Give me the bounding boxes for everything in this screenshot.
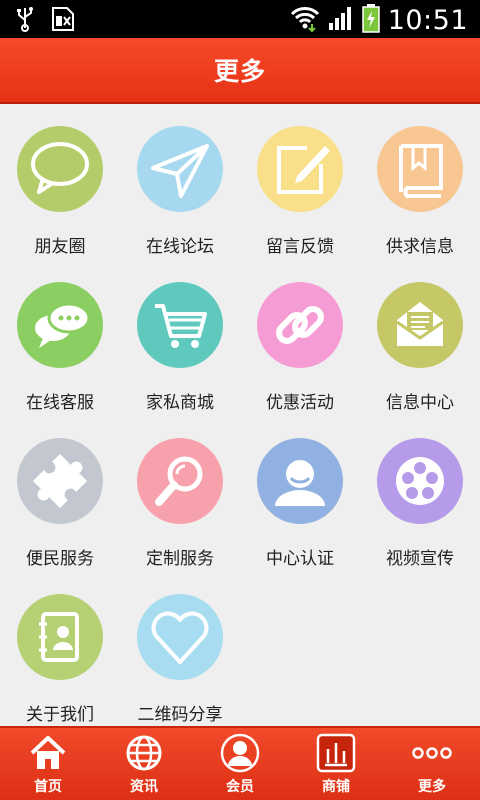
nav-more[interactable]: 更多 (384, 728, 480, 800)
grid-item-circle (377, 126, 463, 212)
wifi-icon (290, 4, 320, 36)
heart-icon (151, 611, 209, 664)
grid-item-label: 家私商城 (146, 393, 214, 413)
grid-item-circle (17, 282, 103, 368)
link-icon (276, 306, 324, 344)
signal-icon (328, 5, 354, 35)
grid-item-supply-demand[interactable]: 供求信息 (360, 104, 480, 260)
clock: 10:51 (387, 4, 468, 36)
grid-item-friends-circle[interactable]: 朋友圈 (0, 104, 120, 260)
bottom-nav: 首页 资讯 会员 商铺 更多 (0, 726, 480, 800)
speech-bubble-icon (31, 142, 89, 194)
grid-item-circle (137, 438, 223, 524)
user-icon (275, 460, 325, 506)
grid-item-circle (257, 438, 343, 524)
grid-item-circle (137, 594, 223, 680)
nav-label: 首页 (34, 779, 62, 795)
chat-bubbles-icon (35, 302, 91, 348)
shop-chart-icon (316, 733, 356, 773)
grid-item-label: 关于我们 (26, 705, 94, 725)
grid-item-circle (17, 126, 103, 212)
usb-icon (14, 6, 36, 36)
grid-item-custom-services[interactable]: 定制服务 (120, 416, 240, 572)
contacts-book-icon (39, 612, 79, 662)
grid-item-circle (377, 282, 463, 368)
globe-icon (126, 735, 162, 771)
edit-note-icon (277, 146, 330, 194)
film-reel-icon (396, 457, 444, 505)
home-icon (30, 736, 66, 769)
magnifier-icon (155, 456, 203, 506)
battery-icon (361, 3, 380, 37)
grid-item-about-us[interactable]: 关于我们 (0, 572, 120, 728)
status-bar: 10:51 (0, 0, 480, 38)
grid-item-feedback[interactable]: 留言反馈 (240, 104, 360, 260)
envelope-icon (396, 302, 444, 346)
grid-item-circle (377, 438, 463, 524)
grid-item-label: 在线客服 (26, 393, 94, 413)
grid-item-label: 便民服务 (26, 549, 94, 569)
grid-item-convenience-services[interactable]: 便民服务 (0, 416, 120, 572)
grid-item-promotions[interactable]: 优惠活动 (240, 260, 360, 416)
grid-item-center-certification[interactable]: 中心认证 (240, 416, 360, 572)
nav-label: 更多 (418, 779, 446, 795)
nav-shop[interactable]: 商铺 (288, 728, 384, 800)
nav-news[interactable]: 资讯 (96, 728, 192, 800)
grid-item-label: 优惠活动 (266, 393, 334, 413)
grid-item-circle (257, 126, 343, 212)
grid-item-furniture-mall[interactable]: 家私商城 (120, 260, 240, 416)
grid-item-circle (257, 282, 343, 368)
grid-item-label: 中心认证 (266, 549, 334, 569)
nav-label: 商铺 (322, 779, 350, 795)
grid-item-label: 二维码分享 (137, 705, 223, 725)
grid-item-label: 在线论坛 (146, 237, 214, 257)
nav-label: 资讯 (130, 779, 158, 795)
grid-item-info-center[interactable]: 信息中心 (360, 260, 480, 416)
puzzle-icon (33, 454, 87, 508)
grid-item-circle (137, 282, 223, 368)
sim-card-icon (50, 6, 76, 36)
book-icon (399, 144, 443, 198)
nav-member[interactable]: 会员 (192, 728, 288, 800)
grid-item-circle (17, 594, 103, 680)
nav-label: 会员 (226, 779, 254, 795)
grid-item-qrcode-share[interactable]: 二维码分享 (120, 572, 240, 728)
member-icon (220, 733, 260, 773)
grid-item-label: 信息中心 (386, 393, 454, 413)
grid-item-online-service[interactable]: 在线客服 (0, 260, 120, 416)
feature-grid: 朋友圈 在线论坛 留言反馈 供求信息 在线客服 家私商城 优惠活动 信息中心 便… (0, 104, 480, 726)
grid-item-label: 定制服务 (146, 549, 214, 569)
more-dots-icon (412, 747, 452, 759)
grid-item-online-forum[interactable]: 在线论坛 (120, 104, 240, 260)
grid-item-label: 供求信息 (386, 237, 454, 257)
paper-plane-icon (151, 144, 209, 198)
grid-item-video-promotion[interactable]: 视频宣传 (360, 416, 480, 572)
grid-item-circle (137, 126, 223, 212)
shopping-cart-icon (155, 304, 207, 348)
grid-item-label: 留言反馈 (266, 237, 334, 257)
header-bar: 更多 (0, 38, 480, 104)
grid-item-circle (17, 438, 103, 524)
nav-home[interactable]: 首页 (0, 728, 96, 800)
page-title: 更多 (213, 57, 266, 86)
grid-item-label: 视频宣传 (386, 549, 454, 569)
grid-item-label: 朋友圈 (34, 237, 86, 257)
